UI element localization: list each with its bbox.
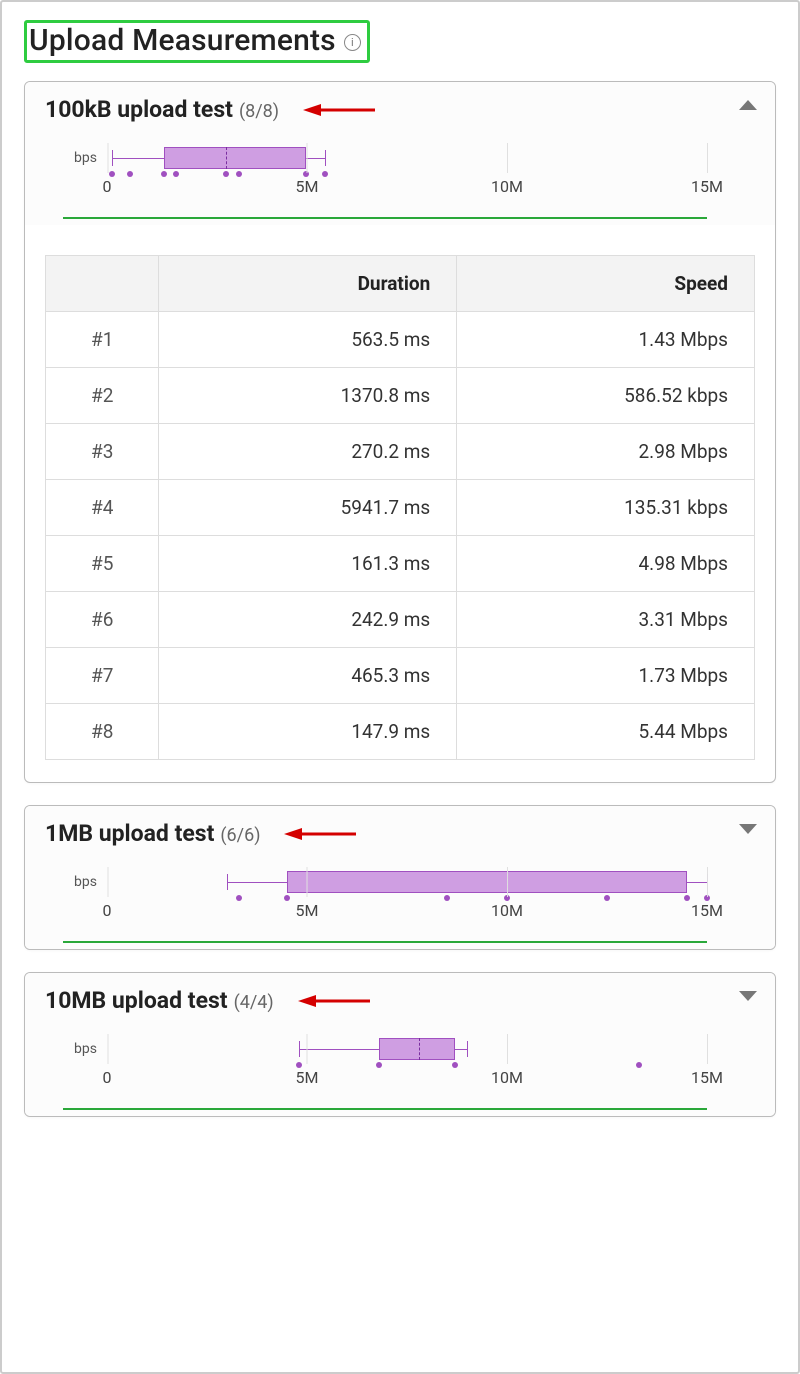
upload-measurements-section: Upload Measurements i 100kB upload test … (0, 0, 800, 1374)
axis-tick: 5M (295, 1068, 318, 1087)
panel-1mb: 1MB upload test (6/6) bps (24, 805, 776, 950)
panel-10mb-count: (4/4) (234, 992, 274, 1013)
table-row: #7465.3 ms1.73 Mbps (46, 648, 755, 704)
section-title-highlight: Upload Measurements i (24, 20, 370, 63)
boxplot-track (107, 865, 707, 899)
axis-x: 0 5M 10M 15M (107, 177, 707, 205)
col-index (46, 256, 159, 312)
panel-1mb-title: 1MB upload test (45, 820, 214, 847)
axis-tick: 15M (691, 901, 723, 920)
boxplot-track (107, 141, 707, 175)
axis-tick: 0 (103, 901, 112, 920)
info-icon[interactable]: i (344, 34, 361, 51)
axis-tick: 15M (691, 1068, 723, 1087)
divider (63, 1108, 707, 1110)
table-row: #45941.7 ms135.31 kbps (46, 480, 755, 536)
panel-100kb-title: 100kB upload test (45, 96, 233, 123)
panel-1mb-boxplot: bps (45, 847, 725, 949)
panel-1mb-count: (6/6) (220, 825, 260, 846)
panel-1mb-header[interactable]: 1MB upload test (6/6) bps (25, 806, 775, 949)
results-table: Duration Speed #1563.5 ms1.43 Mbps #2137… (45, 255, 755, 760)
axis-x: 0 5M 10M 15M (107, 1068, 707, 1096)
axis-tick: 5M (295, 177, 318, 196)
panel-100kb-header[interactable]: 100kB upload test (8/8) bps (25, 82, 775, 225)
panel-10mb: 10MB upload test (4/4) bps (24, 972, 776, 1117)
chevron-up-icon[interactable] (739, 100, 757, 110)
table-row: #1563.5 ms1.43 Mbps (46, 312, 755, 368)
boxplot-track (107, 1032, 707, 1066)
axis-tick: 10M (491, 1068, 523, 1087)
col-duration: Duration (159, 256, 457, 312)
table-row: #6242.9 ms3.31 Mbps (46, 592, 755, 648)
panel-100kb: 100kB upload test (8/8) bps (24, 81, 776, 783)
col-speed: Speed (457, 256, 755, 312)
axis-x: 0 5M 10M 15M (107, 901, 707, 929)
panel-10mb-title: 10MB upload test (45, 987, 228, 1014)
annotation-arrow-icon (303, 101, 377, 119)
table-row: #3270.2 ms2.98 Mbps (46, 424, 755, 480)
axis-tick: 15M (691, 177, 723, 196)
axis-y-label: bps (63, 1041, 97, 1057)
panel-100kb-boxplot: bps (45, 123, 725, 225)
annotation-arrow-icon (298, 992, 372, 1010)
axis-tick: 0 (103, 1068, 112, 1087)
section-title: Upload Measurements (29, 23, 336, 58)
panel-10mb-header[interactable]: 10MB upload test (4/4) bps (25, 973, 775, 1116)
chevron-down-icon[interactable] (739, 824, 757, 834)
panel-100kb-count: (8/8) (239, 101, 279, 122)
panel-100kb-body: Duration Speed #1563.5 ms1.43 Mbps #2137… (25, 225, 775, 782)
divider (63, 217, 707, 219)
axis-tick: 10M (491, 901, 523, 920)
table-row: #21370.8 ms586.52 kbps (46, 368, 755, 424)
axis-tick: 10M (491, 177, 523, 196)
axis-tick: 5M (295, 901, 318, 920)
axis-tick: 0 (103, 177, 112, 196)
divider (63, 941, 707, 943)
chevron-down-icon[interactable] (739, 991, 757, 1001)
panel-10mb-boxplot: bps (45, 1014, 725, 1116)
axis-y-label: bps (63, 150, 97, 166)
annotation-arrow-icon (284, 825, 358, 843)
table-row: #8147.9 ms5.44 Mbps (46, 704, 755, 760)
axis-y-label: bps (63, 874, 97, 890)
table-row: #5161.3 ms4.98 Mbps (46, 536, 755, 592)
